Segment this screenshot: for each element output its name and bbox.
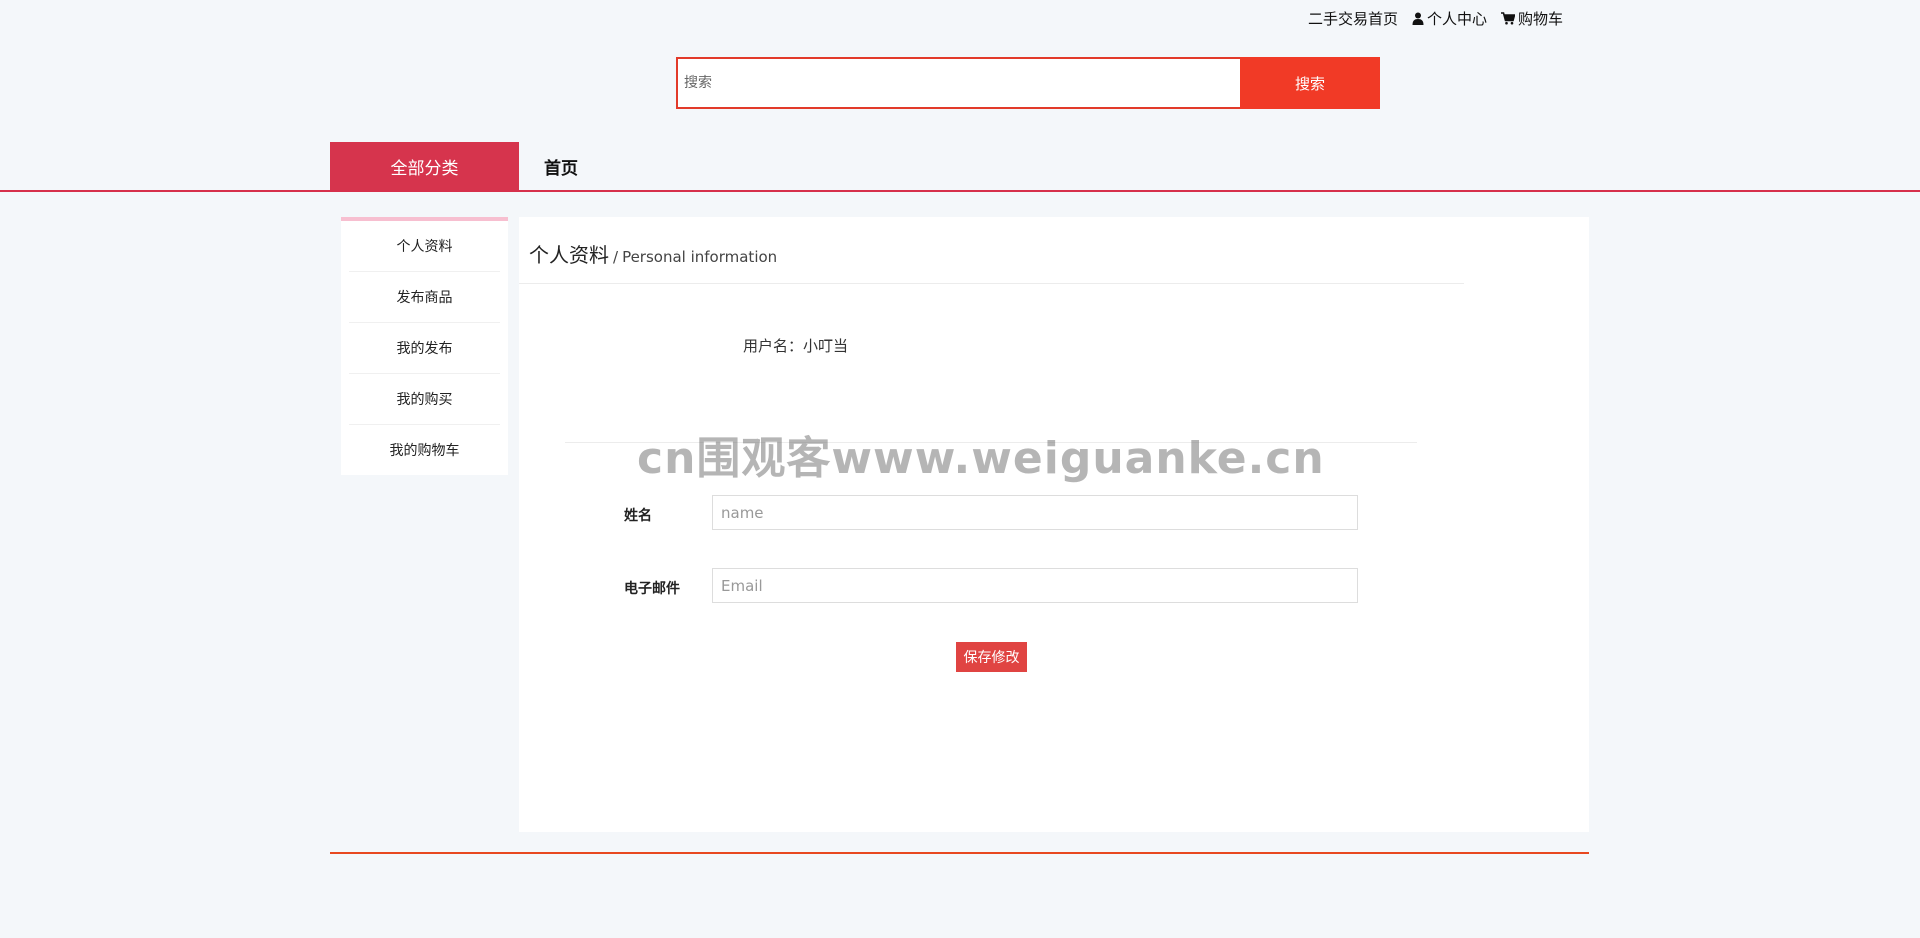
page-title-en: Personal information — [622, 248, 778, 266]
name-label: 姓名 — [624, 508, 652, 524]
nav-home-link[interactable]: 首页 — [544, 142, 578, 190]
email-field[interactable] — [712, 568, 1358, 603]
username-value: 小叮当 — [803, 337, 849, 355]
sidebar-item-my-cart[interactable]: 我的购物车 — [349, 425, 500, 475]
search-button[interactable]: 搜索 — [1240, 57, 1380, 109]
trade-home-link-label: 二手交易首页 — [1308, 10, 1399, 28]
user-center-link[interactable]: 个人中心 — [1412, 8, 1487, 29]
name-field[interactable] — [712, 495, 1358, 530]
username-row: 用户名：小叮当 — [743, 335, 848, 356]
section-divider — [565, 442, 1417, 443]
user-icon — [1412, 12, 1424, 25]
footer-divider — [330, 852, 1589, 854]
all-categories-button[interactable]: 全部分类 — [330, 142, 519, 190]
save-button[interactable]: 保存修改 — [956, 642, 1027, 672]
cart-link[interactable]: 购物车 — [1501, 8, 1563, 29]
username-label: 用户名： — [743, 337, 804, 355]
sidebar-item-publish[interactable]: 发布商品 — [349, 272, 500, 323]
search-input[interactable] — [676, 57, 1240, 109]
panel-header: 个人资料 / Personal information — [519, 217, 1464, 284]
sidebar-item-my-purchases[interactable]: 我的购买 — [349, 374, 500, 425]
sidebar-item-my-posts[interactable]: 我的发布 — [349, 323, 500, 374]
cart-link-label: 购物车 — [1518, 10, 1564, 28]
profile-panel: 个人资料 / Personal information 用户名：小叮当 cn围观客w… — [519, 217, 1589, 832]
watermark: cn围观客www.weiguanke.cn — [637, 433, 1325, 484]
sidebar-item-profile[interactable]: 个人资料 — [349, 221, 500, 272]
search-bar: 搜索 — [676, 57, 1380, 109]
main-nav: 全部分类 首页 — [0, 142, 1920, 192]
page-title-cn: 个人资料 — [529, 243, 609, 267]
top-links: 二手交易首页 个人中心 购物车 — [1308, 8, 1563, 29]
sidebar: 个人资料 发布商品 我的发布 我的购买 我的购物车 — [341, 217, 508, 475]
email-label: 电子邮件 — [624, 581, 680, 597]
page-title-separator: / — [613, 248, 619, 266]
user-center-link-label: 个人中心 — [1427, 10, 1488, 28]
top-bar: 二手交易首页 个人中心 购物车 — [0, 0, 1920, 34]
cart-icon — [1501, 12, 1516, 25]
page-title: 个人资料 / Personal information — [529, 239, 777, 268]
trade-home-link[interactable]: 二手交易首页 — [1308, 8, 1398, 29]
